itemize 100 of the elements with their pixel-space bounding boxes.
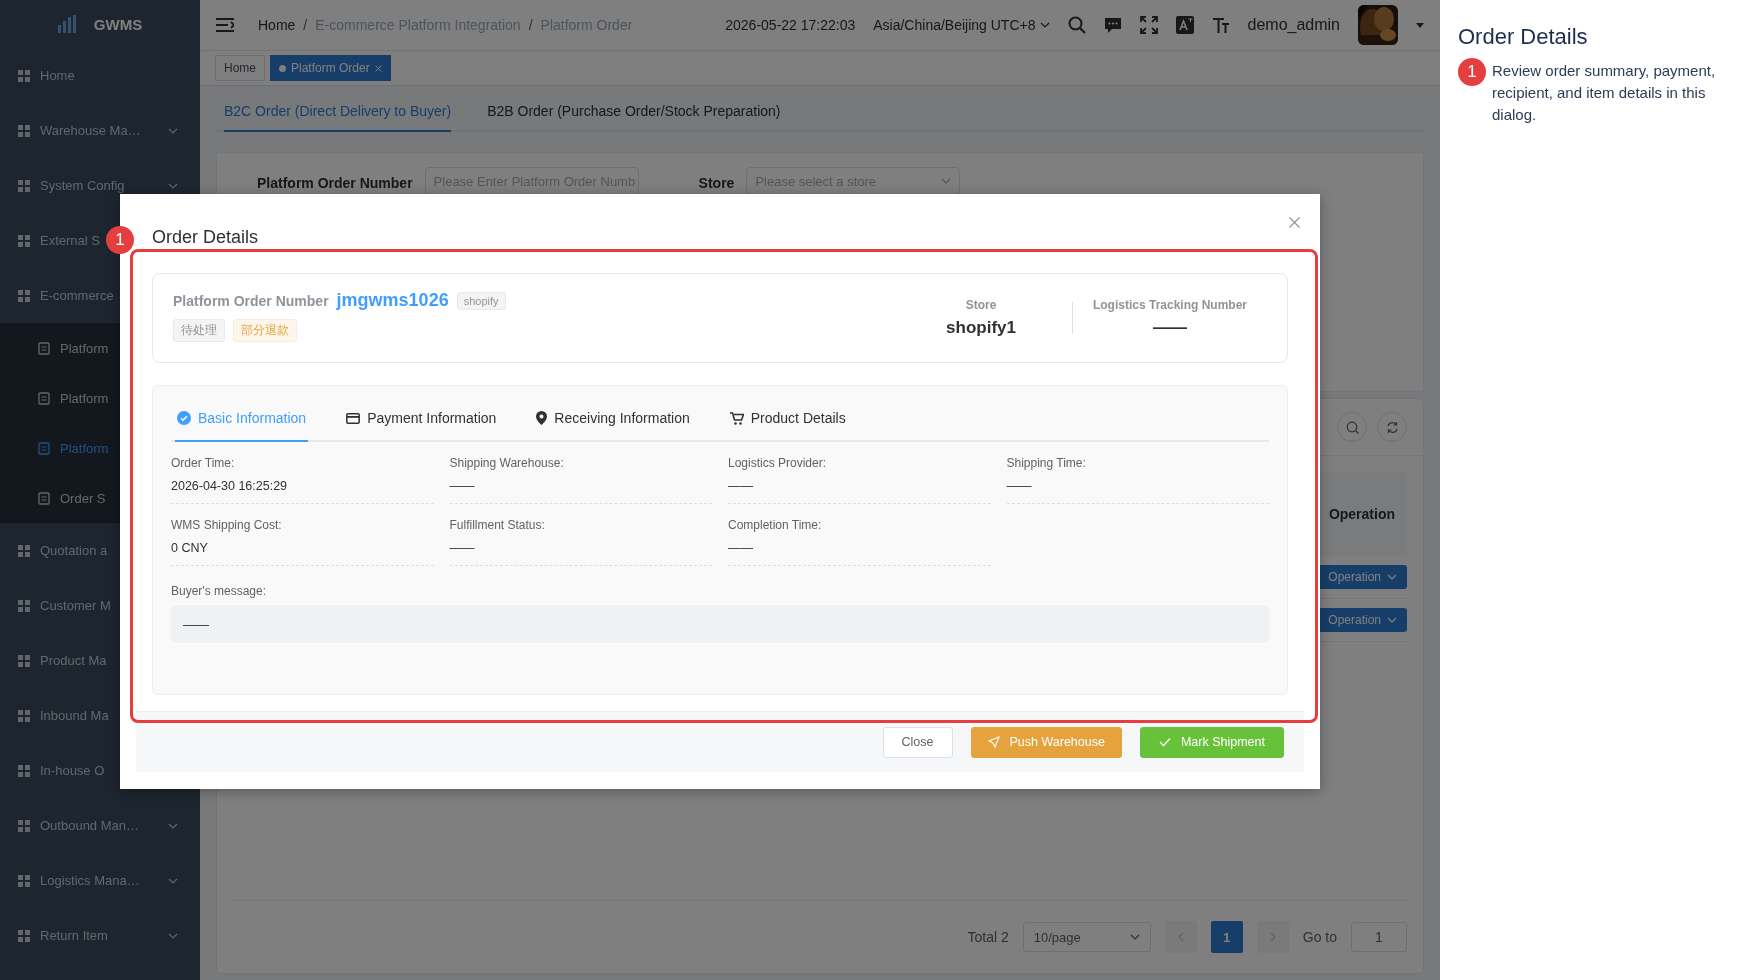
search-icon [1345, 420, 1359, 434]
page-size-select[interactable]: 10/page [1022, 922, 1151, 952]
annotation-text: Review order summary, payment, recipient, and item details in this dialog. [1492, 61, 1717, 125]
field-label: Platform Order Number [257, 174, 413, 191]
field-label: Shipping Time: [1006, 456, 1087, 470]
grid-icon [18, 709, 30, 722]
field-value: —— [449, 479, 476, 493]
chevron-down-icon [168, 127, 178, 134]
sidebar-item[interactable]: Logistics Mana… [0, 853, 200, 908]
translate-icon[interactable] [1175, 16, 1194, 34]
mark-shipment-button[interactable]: Mark Shipment [1139, 726, 1284, 758]
order-number: jmgwms1026 [336, 290, 449, 311]
search-icon[interactable] [1067, 16, 1086, 34]
sidebar-item[interactable]: Product Ma [0, 633, 109, 688]
chevron-down-icon [1039, 22, 1050, 28]
field-label: Logistics Provider: [728, 456, 828, 470]
grid-icon [18, 544, 30, 557]
grid-icon [18, 654, 30, 667]
sidebar-item[interactable]: External S [0, 213, 102, 268]
platform-tag: shopify [456, 291, 506, 310]
step-badge: 1 [1458, 58, 1486, 86]
username[interactable]: demo_admin [1247, 16, 1340, 34]
close-dialog-button[interactable]: Close [882, 726, 953, 758]
credit-card-icon [346, 412, 361, 424]
chevron-down-icon [1387, 574, 1397, 580]
detail-tab[interactable]: Payment Information [344, 386, 499, 442]
submenu-item[interactable]: Platform [60, 390, 109, 406]
document-icon [38, 441, 50, 455]
goto-page-field[interactable]: 1 [1351, 922, 1407, 952]
field-label: Order Time: [171, 456, 236, 470]
tag-tab[interactable]: Platform Order [270, 55, 391, 81]
store-label: Store [965, 298, 997, 312]
menu-icon[interactable] [216, 18, 234, 32]
chevron-right-icon [1269, 932, 1276, 942]
grid-icon [18, 234, 30, 247]
text-size-icon[interactable] [1211, 16, 1230, 34]
push-warehouse-button[interactable]: Push Warehouse [970, 726, 1122, 758]
grid-icon [18, 289, 30, 302]
fullscreen-icon[interactable] [1139, 16, 1158, 34]
submenu-item[interactable]: Platform [60, 340, 109, 356]
operation-dropdown[interactable]: Operation [1318, 565, 1407, 589]
chevron-down-icon [168, 182, 178, 189]
page-tab[interactable]: B2C Order (Direct Delivery to Buyer) [224, 86, 452, 132]
order-number-label: Platform Order Number [173, 292, 329, 309]
total-count: Total 2 [967, 929, 1009, 945]
sidebar-item[interactable]: E-commerce [0, 268, 116, 323]
page-tab[interactable]: B2B Order (Purchase Order/Stock Preparation) [487, 86, 781, 132]
chevron-down-icon [168, 932, 178, 939]
document-icon [38, 391, 50, 405]
check-icon [1158, 737, 1171, 747]
document-icon [38, 341, 50, 355]
buyer-message-box: —— [171, 605, 1269, 643]
field-label: WMS Shipping Cost: [171, 518, 283, 532]
sidebar-item[interactable]: Warehouse Ma… [0, 103, 200, 158]
sidebar-item[interactable]: Quotation a [0, 523, 110, 578]
field-value: 2026-04-30 16:25:29 [171, 479, 289, 493]
sidebar-item[interactable]: Return Item [0, 908, 200, 963]
field-value: —— [1006, 479, 1033, 493]
submenu-item[interactable]: Order S [60, 490, 106, 506]
sidebar-item[interactable]: Home [0, 48, 77, 103]
operation-dropdown[interactable]: Operation [1318, 608, 1407, 632]
grid-icon [18, 124, 30, 137]
sidebar-item[interactable]: System Config [0, 158, 200, 213]
detail-tab[interactable]: Receiving Information [534, 386, 692, 442]
refresh-button[interactable] [1377, 412, 1407, 442]
breadcrumb-item[interactable]: Home [258, 17, 296, 33]
caret-down-icon[interactable] [1416, 22, 1424, 28]
grid-icon [18, 179, 30, 192]
chevron-down-icon [1129, 934, 1140, 940]
sidebar-item[interactable]: Customer M [0, 578, 113, 633]
store-value: shopify1 [946, 318, 1016, 338]
detail-tab[interactable]: Product Details [727, 386, 848, 442]
dialog-title: Order Details [152, 227, 259, 248]
field-label: Fulfillment Status: [449, 518, 546, 532]
column-header: Operation [1328, 506, 1395, 522]
breadcrumb-separator: / [303, 17, 308, 33]
goto-label: Go to [1302, 929, 1337, 945]
detail-tab[interactable]: Basic Information [175, 386, 309, 442]
field-value: —— [449, 541, 476, 555]
timezone-select[interactable]: Asia/China/Beijing UTC+8 [873, 17, 1050, 33]
tag-tab[interactable]: Home [215, 55, 265, 81]
page-number[interactable]: 1 [1210, 921, 1243, 953]
grid-icon [18, 69, 30, 82]
breadcrumb-separator: / [528, 17, 533, 33]
grid-icon [18, 874, 30, 887]
annotation-title: Order Details [1458, 24, 1589, 50]
sidebar-item[interactable]: Outbound Man… [0, 798, 200, 853]
chat-icon[interactable] [1103, 16, 1122, 34]
close-icon[interactable] [374, 64, 382, 72]
grid-icon [18, 764, 30, 777]
field-value: —— [728, 479, 754, 493]
search-button[interactable] [1337, 412, 1367, 442]
field-label: Completion Time: [728, 518, 823, 532]
grid-icon [18, 599, 30, 612]
check-circle-icon [177, 411, 191, 425]
sidebar-item[interactable]: Inbound Ma [0, 688, 111, 743]
submenu-item[interactable]: Platform [60, 440, 109, 456]
chevron-down-icon [941, 178, 952, 184]
status-tag: 部分退款 [233, 319, 297, 342]
sidebar-item[interactable]: In-house O [0, 743, 107, 798]
